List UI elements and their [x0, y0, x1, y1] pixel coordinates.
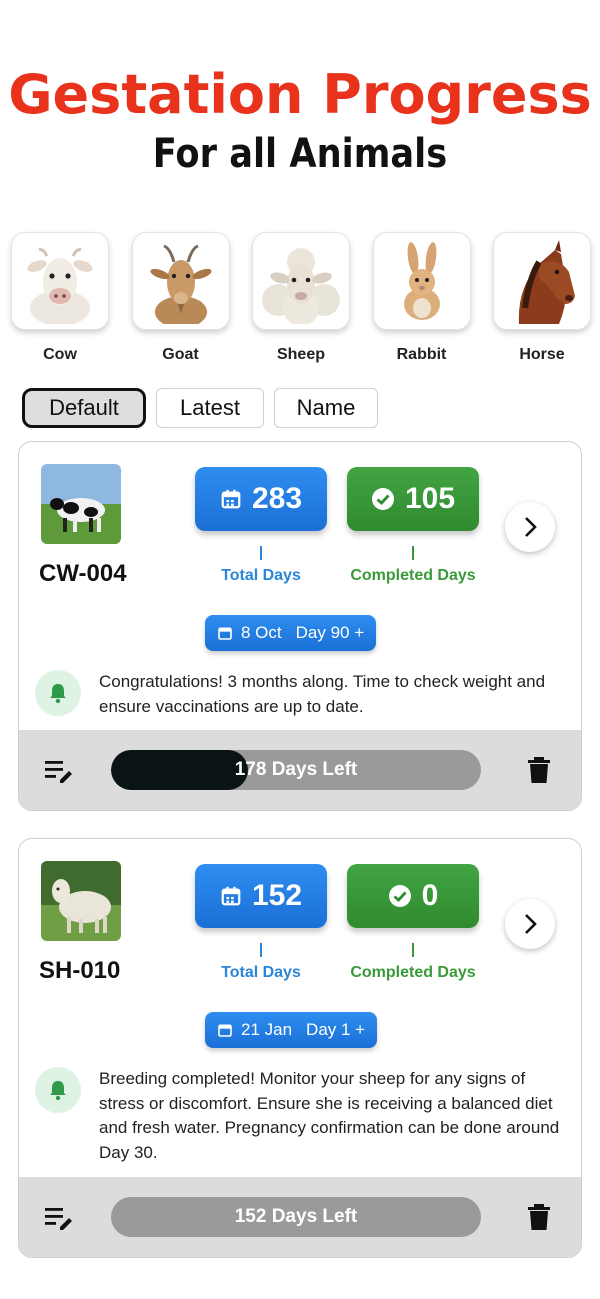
divider	[260, 943, 262, 957]
horse-icon[interactable]	[493, 232, 591, 330]
page-subtitle: For all Animals	[152, 131, 448, 177]
animal-id: CW-004	[39, 560, 127, 587]
edit-notes-icon[interactable]	[43, 758, 73, 784]
cow-photo	[41, 464, 121, 544]
sort-default-button[interactable]: Default	[22, 388, 146, 428]
date-pill: 21 Jan Day 1 +	[205, 1012, 378, 1048]
animal-label: Horse	[519, 346, 565, 363]
card-footer: 152 Days Left	[19, 1177, 581, 1257]
calendar-icon	[218, 1024, 232, 1037]
cow-icon[interactable]	[11, 232, 109, 330]
rabbit-icon[interactable]	[372, 232, 471, 330]
completed-days-label: Completed Days	[350, 567, 476, 584]
sheep-photo	[41, 861, 121, 941]
gestation-day: Day 90 +	[295, 623, 365, 642]
progress-bar: 178 Days Left	[111, 750, 481, 790]
completed-days-value: 105	[404, 482, 456, 515]
card-footer: 178 Days Left	[19, 730, 581, 810]
delete-icon[interactable]	[527, 756, 551, 784]
bell-icon	[50, 1081, 66, 1101]
completed-days-badge: 0	[347, 864, 479, 928]
completed-days-label: Completed Days	[350, 964, 476, 981]
delete-icon[interactable]	[527, 1203, 551, 1231]
divider	[260, 546, 262, 560]
animal-label: Sheep	[276, 346, 325, 363]
goat-icon[interactable]	[131, 232, 230, 330]
animal-sheep[interactable]: Sheep	[251, 232, 351, 364]
days-left-text: 152 Days Left	[234, 1206, 358, 1227]
sort-options: Default Latest Name	[22, 388, 378, 428]
calendar-icon	[218, 627, 232, 640]
animal-rabbit[interactable]: Rabbit	[372, 232, 472, 364]
check-circle-icon	[371, 488, 394, 510]
calendar-icon	[221, 489, 241, 509]
notification-badge	[35, 1067, 81, 1113]
total-days-badge: 283	[195, 467, 327, 531]
animal-label: Goat	[162, 346, 199, 363]
animal-label: Cow	[43, 346, 77, 363]
animal-selector: Cow Goat Sheep Rabbit Horse	[10, 232, 592, 364]
advice-note: Congratulations! 3 months along. Time to…	[99, 672, 546, 716]
animal-cow[interactable]: Cow	[10, 232, 110, 364]
animal-id: SH-010	[39, 957, 121, 984]
divider	[412, 546, 414, 560]
sort-name-button[interactable]: Name	[274, 388, 378, 428]
chevron-right-icon	[525, 517, 537, 537]
gestation-day: Day 1 +	[306, 1020, 366, 1039]
breeding-date: 8 Oct	[241, 623, 282, 642]
bell-icon	[50, 684, 66, 704]
total-days-value: 283	[251, 482, 303, 515]
breeding-date: 21 Jan	[241, 1020, 293, 1039]
total-days-label: Total Days	[221, 567, 301, 584]
divider	[412, 943, 414, 957]
gestation-card[interactable]: SH-010 152 Total Days 0 Completed Days 2…	[18, 838, 582, 1258]
date-pill: 8 Oct Day 90 +	[205, 615, 377, 651]
gestation-card[interactable]: CW-004 283 Total Days 105 Completed Days…	[18, 441, 582, 811]
total-days-badge: 152	[195, 864, 327, 928]
total-days-value: 152	[251, 879, 303, 912]
sheep-icon[interactable]	[252, 232, 350, 330]
next-button[interactable]	[505, 502, 555, 552]
animal-goat[interactable]: Goat	[131, 232, 231, 364]
sort-latest-button[interactable]: Latest	[156, 388, 264, 428]
progress-bar: 152 Days Left	[111, 1197, 481, 1237]
animal-horse[interactable]: Horse	[492, 232, 592, 364]
page-title: Gestation Progress	[8, 63, 592, 126]
days-left-text: 178 Days Left	[234, 759, 358, 780]
edit-notes-icon[interactable]	[43, 1205, 73, 1231]
chevron-right-icon	[525, 914, 537, 934]
total-days-label: Total Days	[221, 964, 301, 981]
advice-note: Breeding completed! Monitor your sheep f…	[99, 1069, 560, 1162]
calendar-icon	[221, 886, 241, 906]
next-button[interactable]	[505, 899, 555, 949]
completed-days-value: 0	[421, 879, 439, 912]
check-circle-icon	[388, 885, 411, 907]
animal-label: Rabbit	[396, 346, 447, 363]
completed-days-badge: 105	[347, 467, 479, 531]
notification-badge	[35, 670, 81, 716]
